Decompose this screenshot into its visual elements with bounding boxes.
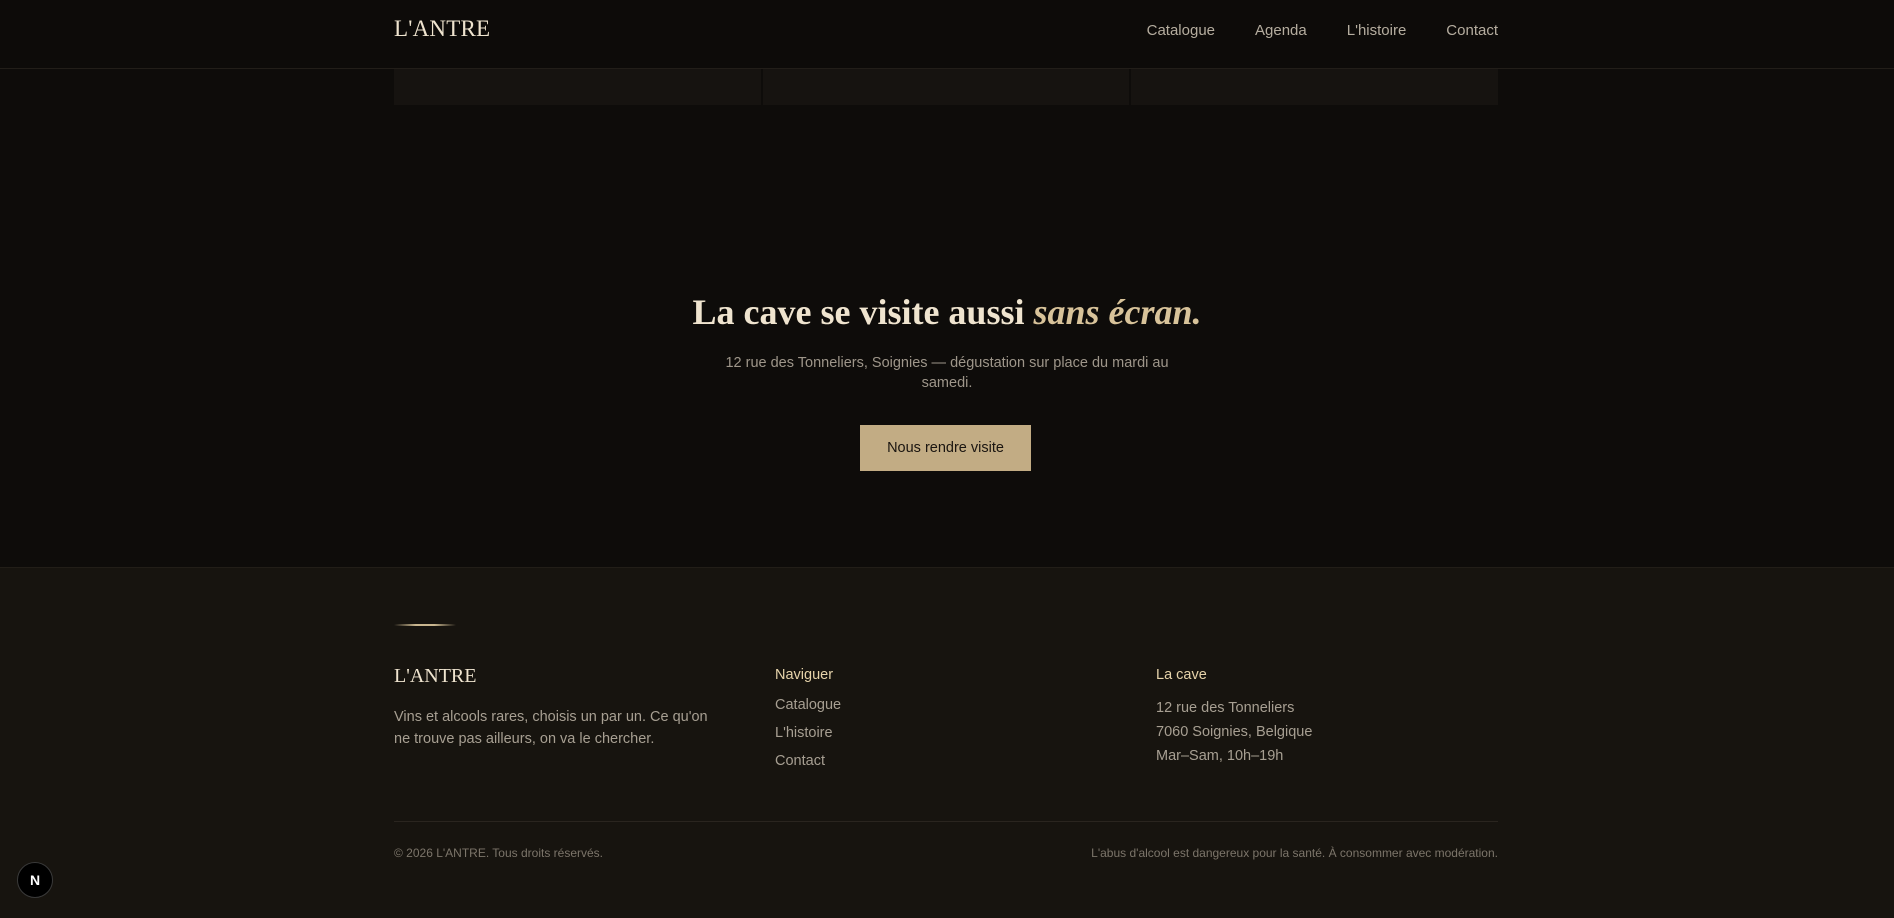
nextjs-dev-badge-icon[interactable]: N (17, 862, 53, 898)
visit-section: La cave se visite aussi sans écran. 12 r… (0, 105, 1894, 567)
footer-brand: L'ANTRE (394, 665, 477, 687)
nav-histoire[interactable]: L'histoire (1347, 22, 1407, 39)
footer-link-catalogue[interactable]: Catalogue (775, 696, 841, 714)
footer-nav-column: Naviguer Catalogue L'histoire Contact (775, 667, 841, 780)
card-remnant[interactable] (1131, 69, 1499, 105)
footer-link-contact[interactable]: Contact (775, 752, 841, 770)
footer-cave-heading: La cave (1156, 667, 1207, 683)
site-logo[interactable]: L'ANTRE (394, 16, 490, 42)
card-remnant[interactable] (762, 69, 1130, 105)
footer-address-street: 12 rue des Tonneliers (1156, 700, 1295, 716)
visit-title-main: La cave se visite aussi (692, 292, 1034, 332)
main-nav: Catalogue Agenda L'histoire Contact (1147, 22, 1498, 39)
footer-opening-hours: Mar–Sam, 10h–19h (1156, 748, 1284, 764)
visit-subtitle: 12 rue des Tonneliers, Soignies — dégust… (725, 355, 1169, 391)
card-remnant[interactable] (394, 69, 761, 105)
nav-contact[interactable]: Contact (1446, 22, 1498, 39)
footer-nav-heading: Naviguer (775, 667, 834, 683)
visit-title-accent: sans écran. (1033, 292, 1202, 332)
footer-alcohol-warning: L'abus d'alcool est dangereux pour la sa… (1091, 846, 1498, 860)
footer-ornament-line (394, 624, 456, 626)
nav-catalogue[interactable]: Catalogue (1147, 22, 1215, 39)
footer-link-histoire[interactable]: L'histoire (775, 724, 841, 742)
site-header: L'ANTRE Catalogue Agenda L'histoire Cont… (0, 0, 1894, 69)
footer-tagline: Vins et alcools rares, choisis un par un… (394, 709, 708, 747)
nav-agenda[interactable]: Agenda (1255, 22, 1307, 39)
visit-title: La cave se visite aussi sans écran. (0, 291, 1894, 333)
site-footer: L'ANTRE Vins et alcools rares, choisis u… (0, 567, 1894, 918)
footer-cave-column: La cave 12 rue des Tonneliers 7060 Soign… (1156, 667, 1312, 768)
footer-copyright: © 2026 L'ANTRE. Tous droits réservés. (394, 846, 603, 860)
card-strip (394, 69, 1499, 105)
visit-button[interactable]: Nous rendre visite (860, 425, 1031, 471)
footer-address-city: 7060 Soignies, Belgique (1156, 724, 1313, 740)
footer-divider (394, 821, 1498, 822)
